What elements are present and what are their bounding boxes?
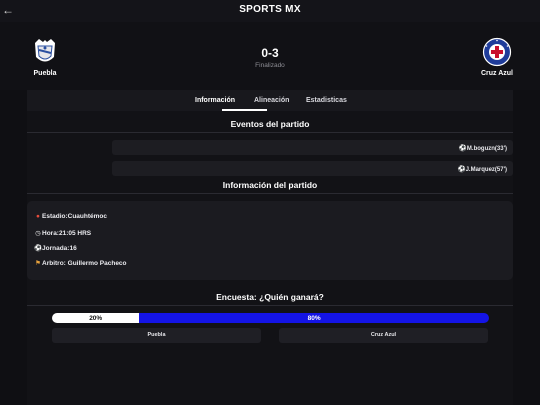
poll-away-segment: 80% bbox=[139, 313, 489, 323]
app-title: SPORTS MX bbox=[239, 4, 301, 15]
soccer-ball-icon: ⚽ bbox=[458, 145, 467, 152]
events-divider bbox=[27, 132, 513, 133]
poll-bar: 20% 80% bbox=[52, 313, 489, 323]
map-pin-icon: ● bbox=[36, 213, 40, 220]
vote-home-button[interactable]: Puebla bbox=[52, 328, 261, 343]
away-team-name: Cruz Azul bbox=[480, 70, 514, 77]
match-status: Finalizado bbox=[255, 62, 285, 69]
poll-divider bbox=[27, 305, 513, 306]
away-team[interactable]: Cruz Azul bbox=[467, 37, 527, 77]
event-text: M.boguzn(33') bbox=[466, 146, 507, 152]
cruz-azul-crest-icon bbox=[482, 37, 512, 67]
match-score: 0-3 bbox=[261, 46, 279, 60]
match-info-card: ● Estadio:Cuauhtémoc ◷Hora:21:05 HRS ⚽Jor… bbox=[27, 201, 513, 280]
info-stadium: ● Estadio:Cuauhtémoc bbox=[34, 213, 107, 220]
event-item: ⚽M.boguzn(33') bbox=[112, 140, 513, 155]
info-title: Información del partido bbox=[222, 180, 318, 190]
event-item: ⚽J.Marquez(57') bbox=[112, 161, 513, 176]
tab-bar: Información Alineación Estadisticas bbox=[27, 90, 513, 111]
soccer-ball-icon: ⚽ bbox=[34, 245, 43, 252]
tab-content: Eventos del partido ⚽M.boguzn(33') ⚽J.Ma… bbox=[27, 111, 513, 405]
info-divider bbox=[27, 193, 513, 194]
poll-home-segment: 20% bbox=[52, 313, 140, 323]
info-matchday: ⚽Jornada:16 bbox=[34, 245, 77, 252]
clock-icon: ◷ bbox=[35, 230, 41, 237]
tab-estadisticas[interactable]: Estadisticas bbox=[306, 97, 347, 104]
poll-title: Encuesta: ¿Quién ganará? bbox=[216, 292, 324, 302]
tab-informacion[interactable]: Información bbox=[195, 97, 235, 104]
tab-alineacion[interactable]: Alineación bbox=[254, 97, 289, 104]
match-header: Puebla 0-3 Finalizado Cruz Azul bbox=[0, 22, 540, 90]
vote-away-button[interactable]: Cruz Azul bbox=[279, 328, 488, 343]
referee-icon: ⚑ bbox=[35, 260, 41, 267]
home-team-name: Puebla bbox=[33, 70, 57, 77]
info-time: ◷Hora:21:05 HRS bbox=[35, 230, 92, 237]
soccer-ball-icon: ⚽ bbox=[457, 166, 466, 173]
info-referee: ⚑Arbitro: Guillermo Pacheco bbox=[35, 260, 127, 267]
events-title: Eventos del partido bbox=[230, 119, 310, 129]
top-bar: ← SPORTS MX bbox=[0, 0, 540, 22]
poll-home-percent: 20% bbox=[89, 314, 103, 322]
event-text: J.Marquez(57') bbox=[465, 167, 507, 173]
poll-away-percent: 80% bbox=[307, 314, 321, 322]
